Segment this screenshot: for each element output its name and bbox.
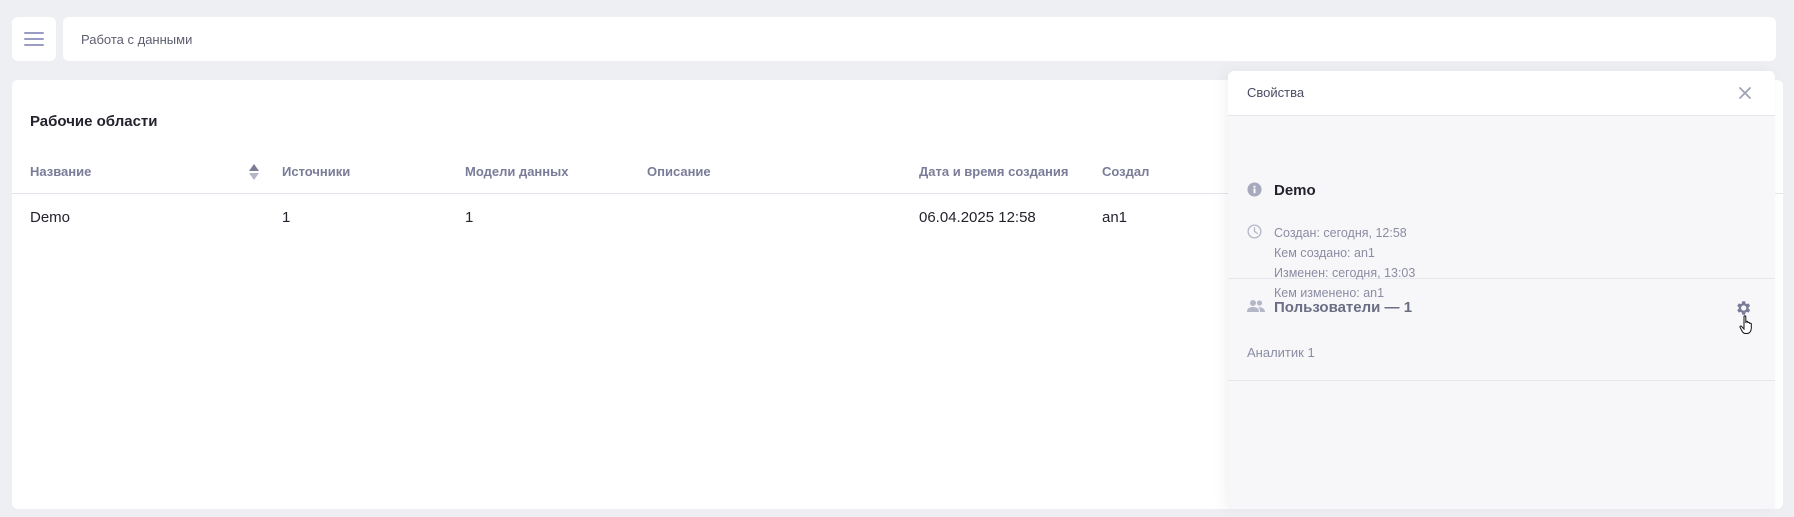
users-icon — [1247, 300, 1265, 312]
cell-sources: 1 — [282, 209, 291, 226]
close-icon[interactable] — [1737, 85, 1753, 101]
item-name: Demo — [1274, 182, 1316, 199]
column-header-created-at[interactable]: Дата и время создания — [919, 164, 1068, 179]
hand-cursor-icon — [1739, 315, 1752, 334]
menu-button[interactable] — [12, 17, 56, 61]
properties-panel: Свойства Demo Создан: сегодня, 12:58 Кем… — [1228, 71, 1775, 509]
user-list-item: Аналитик 1 — [1247, 345, 1315, 360]
column-header-name[interactable]: Название — [30, 164, 91, 179]
cell-models: 1 — [465, 209, 474, 226]
clock-icon — [1247, 224, 1262, 239]
top-bar: Работа с данными — [12, 17, 1776, 61]
column-header-sources[interactable]: Источники — [282, 164, 350, 179]
cell-name: Demo — [30, 209, 71, 226]
breadcrumb[interactable]: Работа с данными — [63, 17, 1776, 61]
column-header-author[interactable]: Создал — [1102, 164, 1149, 179]
column-header-description[interactable]: Описание — [647, 164, 711, 179]
properties-title: Свойства — [1247, 85, 1305, 100]
users-title: Пользователи — 1 — [1274, 299, 1413, 316]
info-section: Demo Создан: сегодня, 12:58 Кем создано:… — [1228, 116, 1775, 300]
sort-icon[interactable] — [248, 163, 260, 181]
meta-created: Создан: сегодня, 12:58 — [1274, 226, 1407, 240]
column-header-models[interactable]: Модели данных — [465, 164, 568, 179]
meta-created-by: Кем создано: an1 — [1274, 246, 1375, 260]
hamburger-icon — [24, 32, 44, 46]
users-section: Пользователи — 1 Аналитик 1 — [1228, 279, 1775, 381]
info-icon — [1247, 182, 1262, 197]
cell-created-at: 06.04.2025 12:58 — [919, 209, 1036, 226]
workspaces-title: Рабочие области — [30, 113, 158, 130]
breadcrumb-label: Работа с данными — [81, 31, 193, 47]
properties-header: Свойства — [1228, 71, 1775, 116]
cell-author: an1 — [1102, 209, 1128, 226]
meta-modified: Изменен: сегодня, 13:03 — [1274, 266, 1416, 280]
